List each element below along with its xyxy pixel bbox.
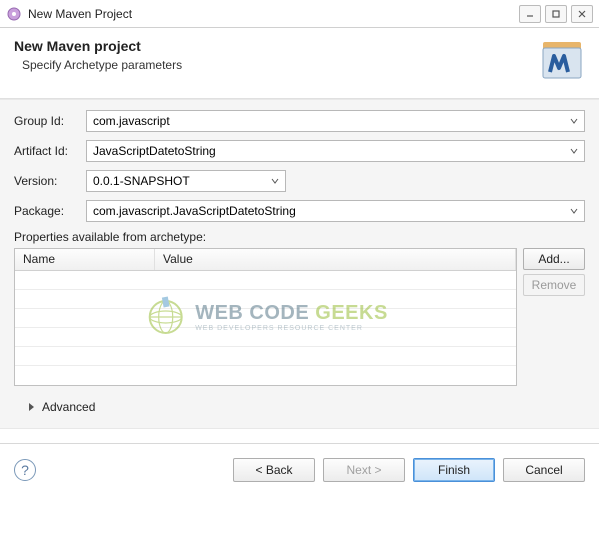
properties-label: Properties available from archetype:: [14, 230, 585, 244]
table-row: [15, 328, 516, 347]
help-button[interactable]: ?: [14, 459, 36, 481]
form-area: Group Id: Artifact Id: Version: Package:…: [0, 99, 599, 429]
table-header: Name Value: [15, 249, 516, 271]
page-title: New Maven project: [14, 38, 539, 54]
package-combo[interactable]: [86, 200, 585, 222]
wizard-header: New Maven project Specify Archetype para…: [0, 28, 599, 99]
table-row: [15, 347, 516, 366]
artifact-id-label: Artifact Id:: [14, 144, 86, 158]
window-title: New Maven Project: [28, 7, 519, 21]
version-input[interactable]: [86, 170, 286, 192]
group-id-label: Group Id:: [14, 114, 86, 128]
chevron-right-icon: [28, 402, 36, 412]
finish-button[interactable]: Finish: [413, 458, 495, 482]
table-row: [15, 290, 516, 309]
footer: ? < Back Next > Finish Cancel: [0, 444, 599, 500]
properties-table[interactable]: Name Value WEB CODE GEEKS: [14, 248, 517, 386]
close-button[interactable]: [571, 5, 593, 23]
minimize-button[interactable]: [519, 5, 541, 23]
advanced-disclosure[interactable]: Advanced: [14, 386, 585, 420]
titlebar: New Maven Project: [0, 0, 599, 28]
version-label: Version:: [14, 174, 86, 188]
column-value: Value: [155, 249, 516, 270]
artifact-id-combo[interactable]: [86, 140, 585, 162]
package-input[interactable]: [86, 200, 585, 222]
version-combo[interactable]: [86, 170, 286, 192]
group-id-combo[interactable]: [86, 110, 585, 132]
next-button[interactable]: Next >: [323, 458, 405, 482]
cancel-button[interactable]: Cancel: [503, 458, 585, 482]
page-subtitle: Specify Archetype parameters: [14, 58, 539, 72]
table-row: [15, 271, 516, 290]
back-button[interactable]: < Back: [233, 458, 315, 482]
artifact-id-input[interactable]: [86, 140, 585, 162]
table-row: [15, 309, 516, 328]
wizard-icon: [6, 6, 22, 22]
package-label: Package:: [14, 204, 86, 218]
maven-icon: [539, 38, 585, 84]
maximize-button[interactable]: [545, 5, 567, 23]
table-body: [15, 271, 516, 385]
add-button[interactable]: Add...: [523, 248, 585, 270]
advanced-label: Advanced: [42, 400, 95, 414]
remove-button[interactable]: Remove: [523, 274, 585, 296]
group-id-input[interactable]: [86, 110, 585, 132]
column-name: Name: [15, 249, 155, 270]
